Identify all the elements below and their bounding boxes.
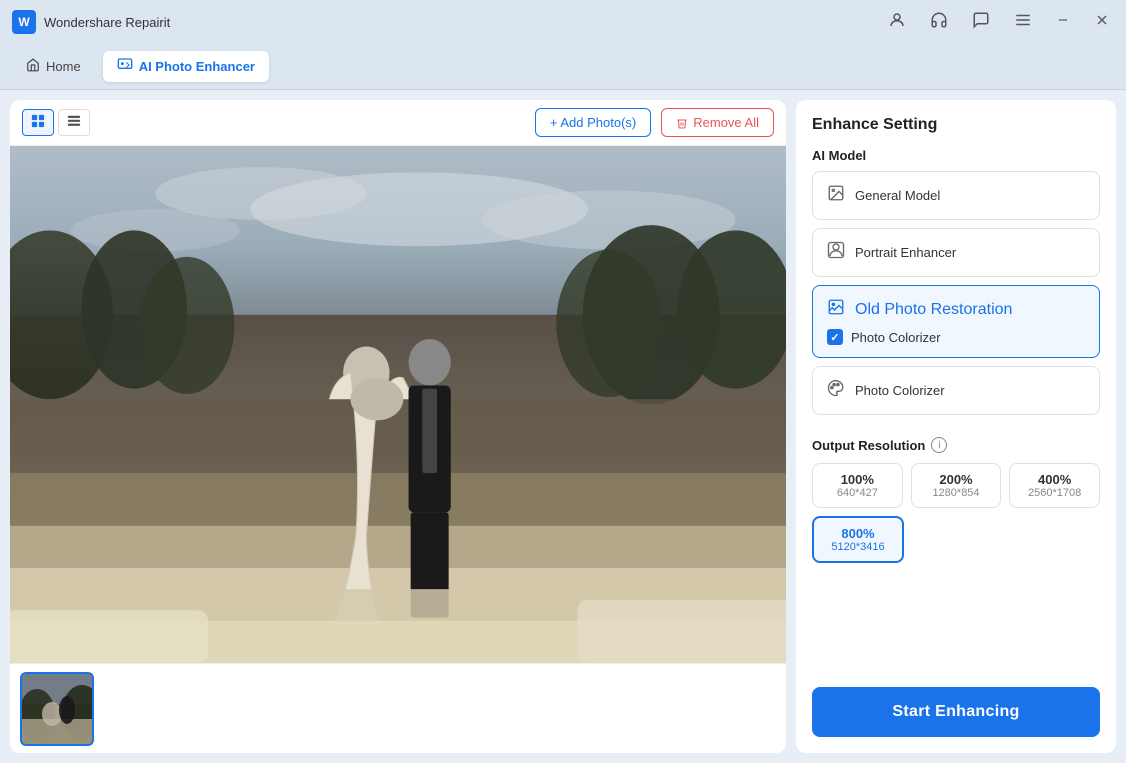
resolution-400-button[interactable]: 400% 2560*1708 — [1009, 463, 1100, 508]
close-button[interactable] — [1090, 10, 1114, 35]
photo-colorizer-checkbox[interactable] — [827, 329, 843, 345]
photo-colorizer-button[interactable]: Photo Colorizer — [812, 366, 1100, 415]
panel-title: Enhance Setting — [812, 116, 1100, 134]
right-panel: Enhance Setting AI Model General Model — [796, 100, 1116, 753]
start-enhancing-button[interactable]: Start Enhancing — [812, 687, 1100, 737]
photo-display — [10, 146, 786, 663]
user-icon[interactable] — [884, 9, 910, 36]
main-content: + Add Photo(s) Remove All — [0, 90, 1126, 763]
add-photos-button[interactable]: + Add Photo(s) — [535, 108, 651, 137]
photo-colorizer-checkbox-row[interactable]: Photo Colorizer — [813, 321, 1099, 357]
titlebar: W Wondershare Repairit — [0, 0, 1126, 44]
old-photo-restoration-button[interactable]: Old Photo Restoration Photo Colorizer — [812, 285, 1100, 358]
general-model-label: General Model — [855, 188, 940, 203]
toolbar: + Add Photo(s) Remove All — [10, 100, 786, 146]
chat-icon[interactable] — [968, 9, 994, 36]
ai-icon — [117, 57, 133, 76]
general-model-icon — [827, 184, 845, 207]
view-buttons — [22, 109, 90, 136]
left-panel: + Add Photo(s) Remove All — [10, 100, 786, 753]
toolbar-actions: + Add Photo(s) Remove All — [535, 108, 774, 137]
ai-model-label: AI Model — [812, 148, 1100, 163]
titlebar-controls — [884, 9, 1114, 36]
old-photo-label: Old Photo Restoration — [855, 301, 1012, 319]
list-view-button[interactable] — [58, 109, 90, 136]
tab-ai-photo-enhancer[interactable]: AI Photo Enhancer — [103, 51, 269, 82]
app-title: Wondershare Repairit — [44, 15, 170, 30]
tab-ai-enhancer-label: AI Photo Enhancer — [139, 59, 255, 74]
photo-colorizer-label: Photo Colorizer — [855, 383, 945, 398]
minimize-button[interactable] — [1052, 11, 1074, 34]
navbar: Home AI Photo Enhancer — [0, 44, 1126, 90]
old-photo-icon — [827, 298, 845, 321]
ai-model-section: AI Model General Model — [812, 148, 1100, 423]
menu-icon[interactable] — [1010, 9, 1036, 36]
portrait-enhancer-label: Portrait Enhancer — [855, 245, 956, 260]
app-icon: W — [12, 10, 36, 34]
remove-all-button[interactable]: Remove All — [661, 108, 774, 137]
info-icon[interactable]: i — [931, 437, 947, 453]
general-model-button[interactable]: General Model — [812, 171, 1100, 220]
headphone-icon[interactable] — [926, 9, 952, 36]
output-resolution-label: Output Resolution — [812, 438, 925, 453]
tab-home[interactable]: Home — [12, 52, 95, 81]
grid-view-button[interactable] — [22, 109, 54, 136]
output-resolution-section: Output Resolution i 100% 640*427 200% 12… — [812, 437, 1100, 563]
tab-home-label: Home — [46, 59, 81, 74]
photo-colorizer-checkbox-label: Photo Colorizer — [851, 330, 941, 345]
resolution-800-button[interactable]: 800% 5120*3416 — [812, 516, 904, 563]
portrait-icon — [827, 241, 845, 264]
portrait-enhancer-button[interactable]: Portrait Enhancer — [812, 228, 1100, 277]
titlebar-left: W Wondershare Repairit — [12, 10, 170, 34]
resolution-200-button[interactable]: 200% 1280*854 — [911, 463, 1002, 508]
thumbnail-1[interactable] — [20, 672, 94, 746]
resolution-100-button[interactable]: 100% 640*427 — [812, 463, 903, 508]
home-icon — [26, 58, 40, 75]
resolution-grid: 100% 640*427 200% 1280*854 400% 2560*170… — [812, 463, 1100, 508]
colorizer-icon — [827, 379, 845, 402]
bw-photo — [10, 146, 786, 663]
thumbnail-strip — [10, 663, 786, 753]
